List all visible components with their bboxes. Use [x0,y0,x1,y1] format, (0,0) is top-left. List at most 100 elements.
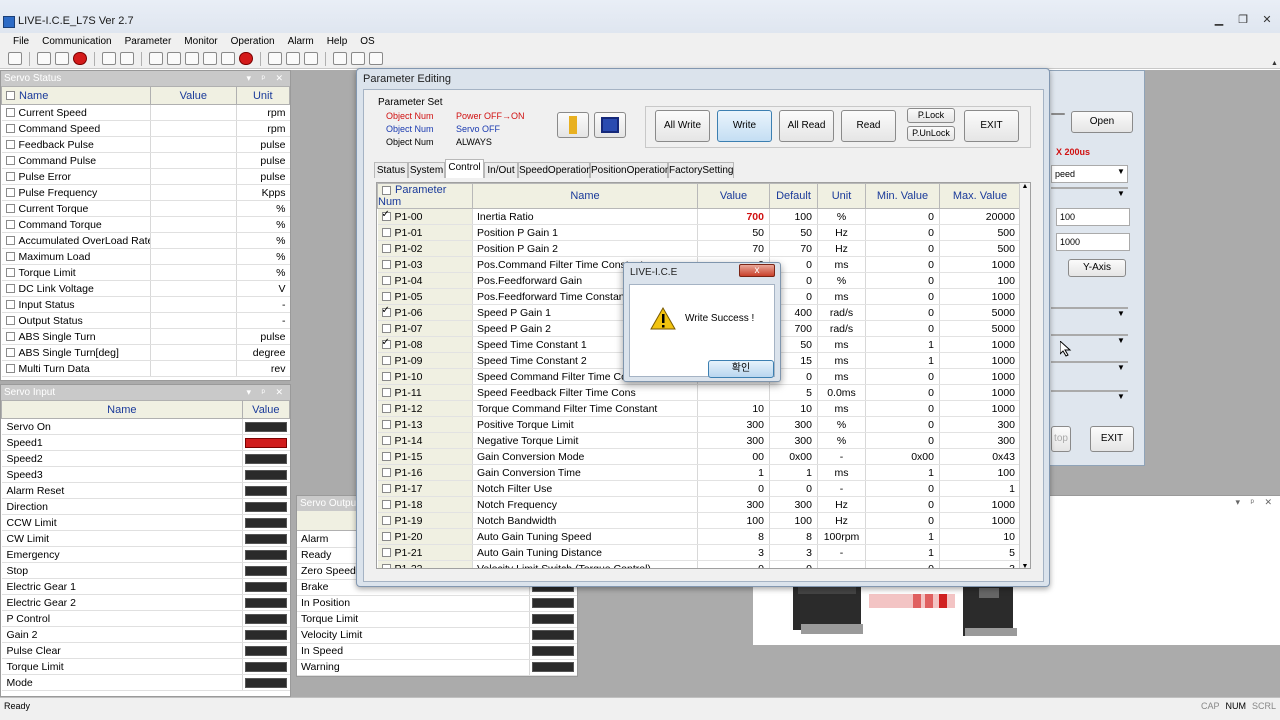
row-checkbox[interactable] [5,252,15,262]
read-button[interactable]: Read [841,110,896,142]
menu-communication[interactable]: Communication [42,36,111,47]
io-icon[interactable] [304,52,318,65]
panel-controls[interactable]: ▾ ᵖ ✕ [247,71,287,86]
row-checkbox[interactable] [5,156,15,166]
menu-help[interactable]: Help [327,36,348,47]
alarm-icon[interactable] [221,52,235,65]
row-checkbox[interactable] [381,516,391,526]
table-row[interactable]: P1-16 Gain Conversion Time 1 1 ms 1 100 [377,464,1021,481]
tab-position-operation[interactable]: PositionOperation [590,162,671,178]
row-checkbox[interactable] [381,292,391,302]
parameter-value[interactable]: 00 [697,448,770,465]
parameter-edit-icon[interactable] [149,52,163,65]
select-all-checkbox[interactable] [6,91,15,101]
emergency-icon[interactable] [239,52,253,65]
table-row[interactable]: P1-12 Torque Command Filter Time Constant… [377,400,1021,417]
table-row[interactable]: P1-01 Position P Gain 1 50 50 Hz 0 500 [377,224,1021,241]
graph-icon[interactable] [286,52,300,65]
menu-monitor[interactable]: Monitor [184,36,217,47]
dropdown-arrow-icon[interactable]: ▼ [1117,189,1125,198]
table-row[interactable]: P1-02 Position P Gain 2 70 70 Hz 0 500 [377,240,1021,257]
dropdown-arrow-icon[interactable]: ▼ [1117,336,1125,345]
row-checkbox[interactable] [5,220,15,230]
parameter-value[interactable]: 0 [697,560,770,568]
scroll-down-icon[interactable]: ▼ [1020,563,1030,568]
jog-icon[interactable] [203,52,217,65]
run-icon[interactable] [55,52,69,65]
exit-button[interactable]: EXIT [964,110,1019,142]
parameter-compare-icon[interactable] [167,52,181,65]
row-checkbox[interactable] [5,140,15,150]
panel-controls[interactable]: ▾ ᵖ ✕ [247,385,287,400]
row-checkbox[interactable] [381,324,391,334]
table-row[interactable]: P1-17 Notch Filter Use 0 0-0 1 [377,480,1021,497]
ok-button[interactable]: 확인 [708,360,774,378]
minimize-icon[interactable]: ▁ [1212,13,1226,26]
close-icon[interactable]: x [739,264,775,277]
row-checkbox[interactable] [381,532,391,542]
row-checkbox[interactable] [381,305,391,318]
table-row[interactable]: P1-22 Velocity Limit Switch (Torque Contr… [377,560,1021,568]
graph-exit-button[interactable]: EXIT [1090,426,1134,452]
row-checkbox[interactable] [5,284,15,294]
row-checkbox[interactable] [381,388,391,398]
parameter-value[interactable]: 70 [697,240,770,257]
row-checkbox[interactable] [381,337,391,350]
row-checkbox[interactable] [381,276,391,286]
browse-button[interactable] [1051,113,1065,115]
dropdown-arrow-icon[interactable]: ▼ [1117,363,1125,372]
close-icon[interactable]: ✕ [1260,13,1274,26]
menu-parameter[interactable]: Parameter [125,36,172,47]
row-checkbox[interactable] [381,404,391,414]
table-row[interactable]: P1-20 Auto Gain Tuning Speed 8 8 100rpm 1 10 [377,528,1021,545]
stop-icon[interactable] [73,52,87,65]
save-icon[interactable] [594,112,626,138]
row-checkbox[interactable] [5,108,15,118]
scale-input-1[interactable]: 100 [1056,208,1130,226]
parameter-value[interactable]: 300 [697,432,770,449]
parameter-value[interactable] [697,384,770,401]
table-scrollbar[interactable]: ▲ ▼ [1019,183,1030,568]
table-row[interactable]: P1-19 Notch Bandwidth 100 100 Hz 0 1000 [377,512,1021,529]
table-row[interactable]: P1-18 Notch Frequency 300 300 Hz 0 1000 [377,496,1021,513]
row-checkbox[interactable] [381,260,391,270]
parameter-value[interactable]: 300 [697,416,770,433]
row-checkbox[interactable] [381,372,391,382]
parameter-value[interactable]: 300 [697,496,770,513]
row-checkbox[interactable] [381,484,391,494]
tab-control[interactable]: Control [445,159,484,178]
print-icon[interactable] [102,52,116,65]
scale-input-2[interactable]: 1000 [1056,233,1130,251]
stop-button[interactable]: top [1051,426,1071,452]
y-axis-button[interactable]: Y-Axis [1068,259,1126,277]
menu-operation[interactable]: Operation [231,36,275,47]
menu-file[interactable]: File [13,36,29,47]
tab-system[interactable]: System [408,162,445,178]
row-checkbox[interactable] [5,172,15,182]
print-preview-icon[interactable] [120,52,134,65]
row-checkbox[interactable] [381,468,391,478]
p-lock-button[interactable]: P.Lock [907,108,955,123]
parameter-value[interactable]: 1 [697,464,770,481]
table-row[interactable]: P1-14 Negative Torque Limit 300 300% 0 300 [377,432,1021,449]
row-checkbox[interactable] [381,244,391,254]
table-row[interactable]: P1-13 Positive Torque Limit 300 300% 0 300 [377,416,1021,433]
dropdown-arrow-icon[interactable]: ▼ [1117,167,1125,176]
maximize-icon[interactable]: ❐ [1236,13,1250,26]
parameter-value[interactable]: 0 [697,480,770,497]
parameter-value[interactable]: 50 [697,224,770,241]
all-read-button[interactable]: All Read [779,110,834,142]
row-checkbox[interactable] [5,348,15,358]
workspace-scroll-up-icon[interactable]: ▲ [1271,60,1278,67]
row-checkbox[interactable] [381,500,391,510]
write-button[interactable]: Write [717,110,772,142]
row-checkbox[interactable] [381,228,391,238]
row-checkbox[interactable] [5,332,15,342]
tuning-icon[interactable] [185,52,199,65]
menu-alarm[interactable]: Alarm [288,36,314,47]
row-checkbox[interactable] [381,452,391,462]
row-checkbox[interactable] [5,364,15,374]
parameter-value[interactable]: 8 [697,528,770,545]
row-checkbox[interactable] [381,209,391,222]
dropdown-arrow-icon[interactable]: ▼ [1117,309,1125,318]
